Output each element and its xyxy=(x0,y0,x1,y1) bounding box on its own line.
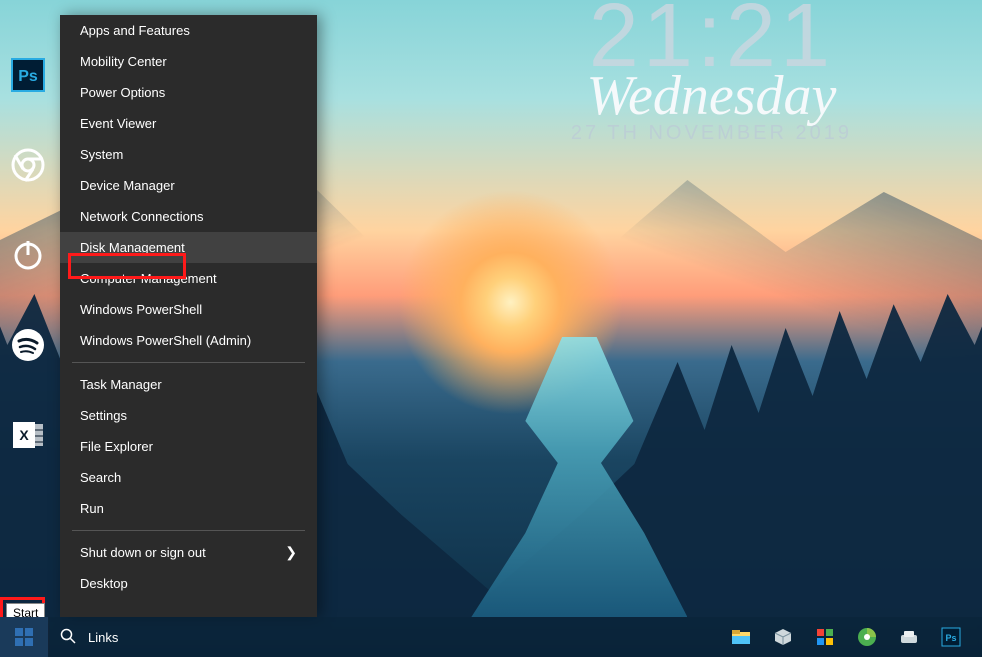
menu-item-windows-powershell[interactable]: Windows PowerShell xyxy=(60,294,317,325)
power-icon[interactable] xyxy=(11,238,45,272)
menu-item-label: Apps and Features xyxy=(80,23,190,38)
menu-item-system[interactable]: System xyxy=(60,139,317,170)
menu-item-network-connections[interactable]: Network Connections xyxy=(60,201,317,232)
taskbar-tray: Ps xyxy=(730,626,962,648)
menu-item-settings[interactable]: Settings xyxy=(60,400,317,431)
clock-date: 27 TH NOVEMBER 2019 xyxy=(571,122,852,145)
menu-item-label: Run xyxy=(80,501,104,516)
search-icon xyxy=(60,628,76,647)
excel-icon[interactable]: X xyxy=(11,418,45,452)
menu-item-device-manager[interactable]: Device Manager xyxy=(60,170,317,201)
menu-item-label: File Explorer xyxy=(80,439,153,454)
menu-item-label: Windows PowerShell (Admin) xyxy=(80,333,251,348)
menu-item-run[interactable]: Run xyxy=(60,493,317,524)
menu-separator xyxy=(72,530,305,531)
menu-item-label: Event Viewer xyxy=(80,116,156,131)
menu-item-windows-powershell-admin[interactable]: Windows PowerShell (Admin) xyxy=(60,325,317,356)
menu-item-label: Task Manager xyxy=(80,377,162,392)
photoshop-tray-icon[interactable]: Ps xyxy=(940,626,962,648)
start-button[interactable] xyxy=(0,617,48,657)
menu-item-event-viewer[interactable]: Event Viewer xyxy=(60,108,317,139)
taskbar-search-label: Links xyxy=(88,630,118,645)
chevron-right-icon: ❯ xyxy=(285,544,297,561)
menu-item-label: Network Connections xyxy=(80,209,204,224)
menu-item-label: Mobility Center xyxy=(80,54,167,69)
disk-app-icon[interactable] xyxy=(856,626,878,648)
taskbar-search[interactable]: Links xyxy=(60,628,118,647)
defender-icon[interactable] xyxy=(814,626,836,648)
photoshop-icon[interactable]: Ps xyxy=(11,58,45,92)
menu-item-file-explorer[interactable]: File Explorer xyxy=(60,431,317,462)
menu-item-label: Disk Management xyxy=(80,240,185,255)
menu-item-apps-and-features[interactable]: Apps and Features xyxy=(60,15,317,46)
menu-separator xyxy=(72,362,305,363)
menu-item-label: Power Options xyxy=(80,85,165,100)
menu-item-label: Desktop xyxy=(80,576,128,591)
menu-item-label: Device Manager xyxy=(80,178,175,193)
taskbar: Links Ps xyxy=(0,617,982,657)
file-explorer-icon[interactable] xyxy=(730,626,752,648)
menu-item-shut-down-or-sign-out[interactable]: Shut down or sign out ❯ xyxy=(60,537,317,568)
menu-item-label: Settings xyxy=(80,408,127,423)
clock-time: 21:21 xyxy=(571,0,852,72)
menu-item-search[interactable]: Search xyxy=(60,462,317,493)
svg-text:Ps: Ps xyxy=(18,68,38,85)
menu-item-label: System xyxy=(80,147,123,162)
menu-item-task-manager[interactable]: Task Manager xyxy=(60,369,317,400)
device-app-icon[interactable] xyxy=(898,626,920,648)
menu-item-desktop[interactable]: Desktop xyxy=(60,568,317,599)
menu-item-power-options[interactable]: Power Options xyxy=(60,77,317,108)
menu-item-computer-management[interactable]: Computer Management xyxy=(60,263,317,294)
svg-text:X: X xyxy=(19,427,29,443)
svg-text:Ps: Ps xyxy=(945,633,956,643)
menu-item-label: Computer Management xyxy=(80,271,217,286)
start-context-menu: Apps and Features Mobility Center Power Op… xyxy=(60,15,317,617)
menu-item-label: Windows PowerShell xyxy=(80,302,202,317)
cube-app-icon[interactable] xyxy=(772,626,794,648)
menu-item-label: Shut down or sign out xyxy=(80,545,206,560)
menu-item-label: Search xyxy=(80,470,121,485)
menu-item-disk-management[interactable]: Disk Management xyxy=(60,232,317,263)
menu-item-mobility-center[interactable]: Mobility Center xyxy=(60,46,317,77)
desktop-icons-column: Ps X xyxy=(8,58,48,452)
spotify-icon[interactable] xyxy=(11,328,45,362)
chrome-icon[interactable] xyxy=(11,148,45,182)
desktop-clock-widget: 21:21 Wednesday 27 TH NOVEMBER 2019 xyxy=(571,0,852,145)
